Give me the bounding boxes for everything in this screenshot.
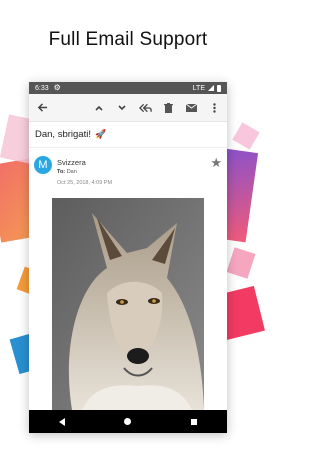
- system-nav-bar: [29, 410, 227, 433]
- signal-icon: [208, 85, 214, 91]
- nav-back-icon[interactable]: [58, 417, 65, 426]
- arrow-left-icon[interactable]: [34, 100, 50, 116]
- avatar[interactable]: M: [34, 156, 52, 174]
- settings-gear-icon: ⚙: [53, 83, 61, 92]
- email-date: Oct 25, 2018, 4:09 PM: [57, 180, 113, 186]
- to-label: To:: [57, 169, 66, 175]
- reply-all-icon[interactable]: [137, 100, 153, 116]
- decor-shape: [226, 247, 256, 279]
- subject-text: Dan, sbrigati!: [35, 129, 91, 140]
- email-toolbar: [29, 94, 227, 122]
- sender-header[interactable]: M Svizzera To: Dan Oct 25, 2018, 4:09 PM…: [29, 148, 227, 192]
- chevron-up-icon[interactable]: [91, 100, 107, 116]
- decor-shape: [232, 122, 260, 150]
- nav-home-icon[interactable]: [124, 418, 132, 425]
- nav-recents-icon[interactable]: [191, 418, 198, 425]
- more-vertical-icon[interactable]: [206, 100, 222, 116]
- chevron-down-icon[interactable]: [114, 100, 130, 116]
- sender-name: Svizzera: [57, 158, 86, 167]
- trash-icon[interactable]: [160, 100, 176, 116]
- wolf-photo[interactable]: [52, 198, 204, 410]
- status-bar: 6:33 ⚙ LTE: [29, 82, 227, 94]
- envelope-icon[interactable]: [183, 100, 199, 116]
- status-time: 6:33: [35, 84, 49, 92]
- email-subject: Dan, sbrigati! 🚀: [29, 122, 227, 148]
- network-label: LTE: [192, 84, 205, 92]
- promo-title: Full Email Support: [48, 29, 208, 50]
- phone-screen: 6:33 ⚙ LTE Dan, sbrigati! 🚀 M Svizzera T…: [29, 82, 227, 433]
- battery-icon: [217, 84, 221, 92]
- star-icon[interactable]: ★: [210, 155, 222, 171]
- subject-emoji: 🚀: [94, 129, 107, 139]
- recipient-name: Dan: [66, 169, 77, 175]
- recipient-line: To: Dan: [57, 169, 77, 175]
